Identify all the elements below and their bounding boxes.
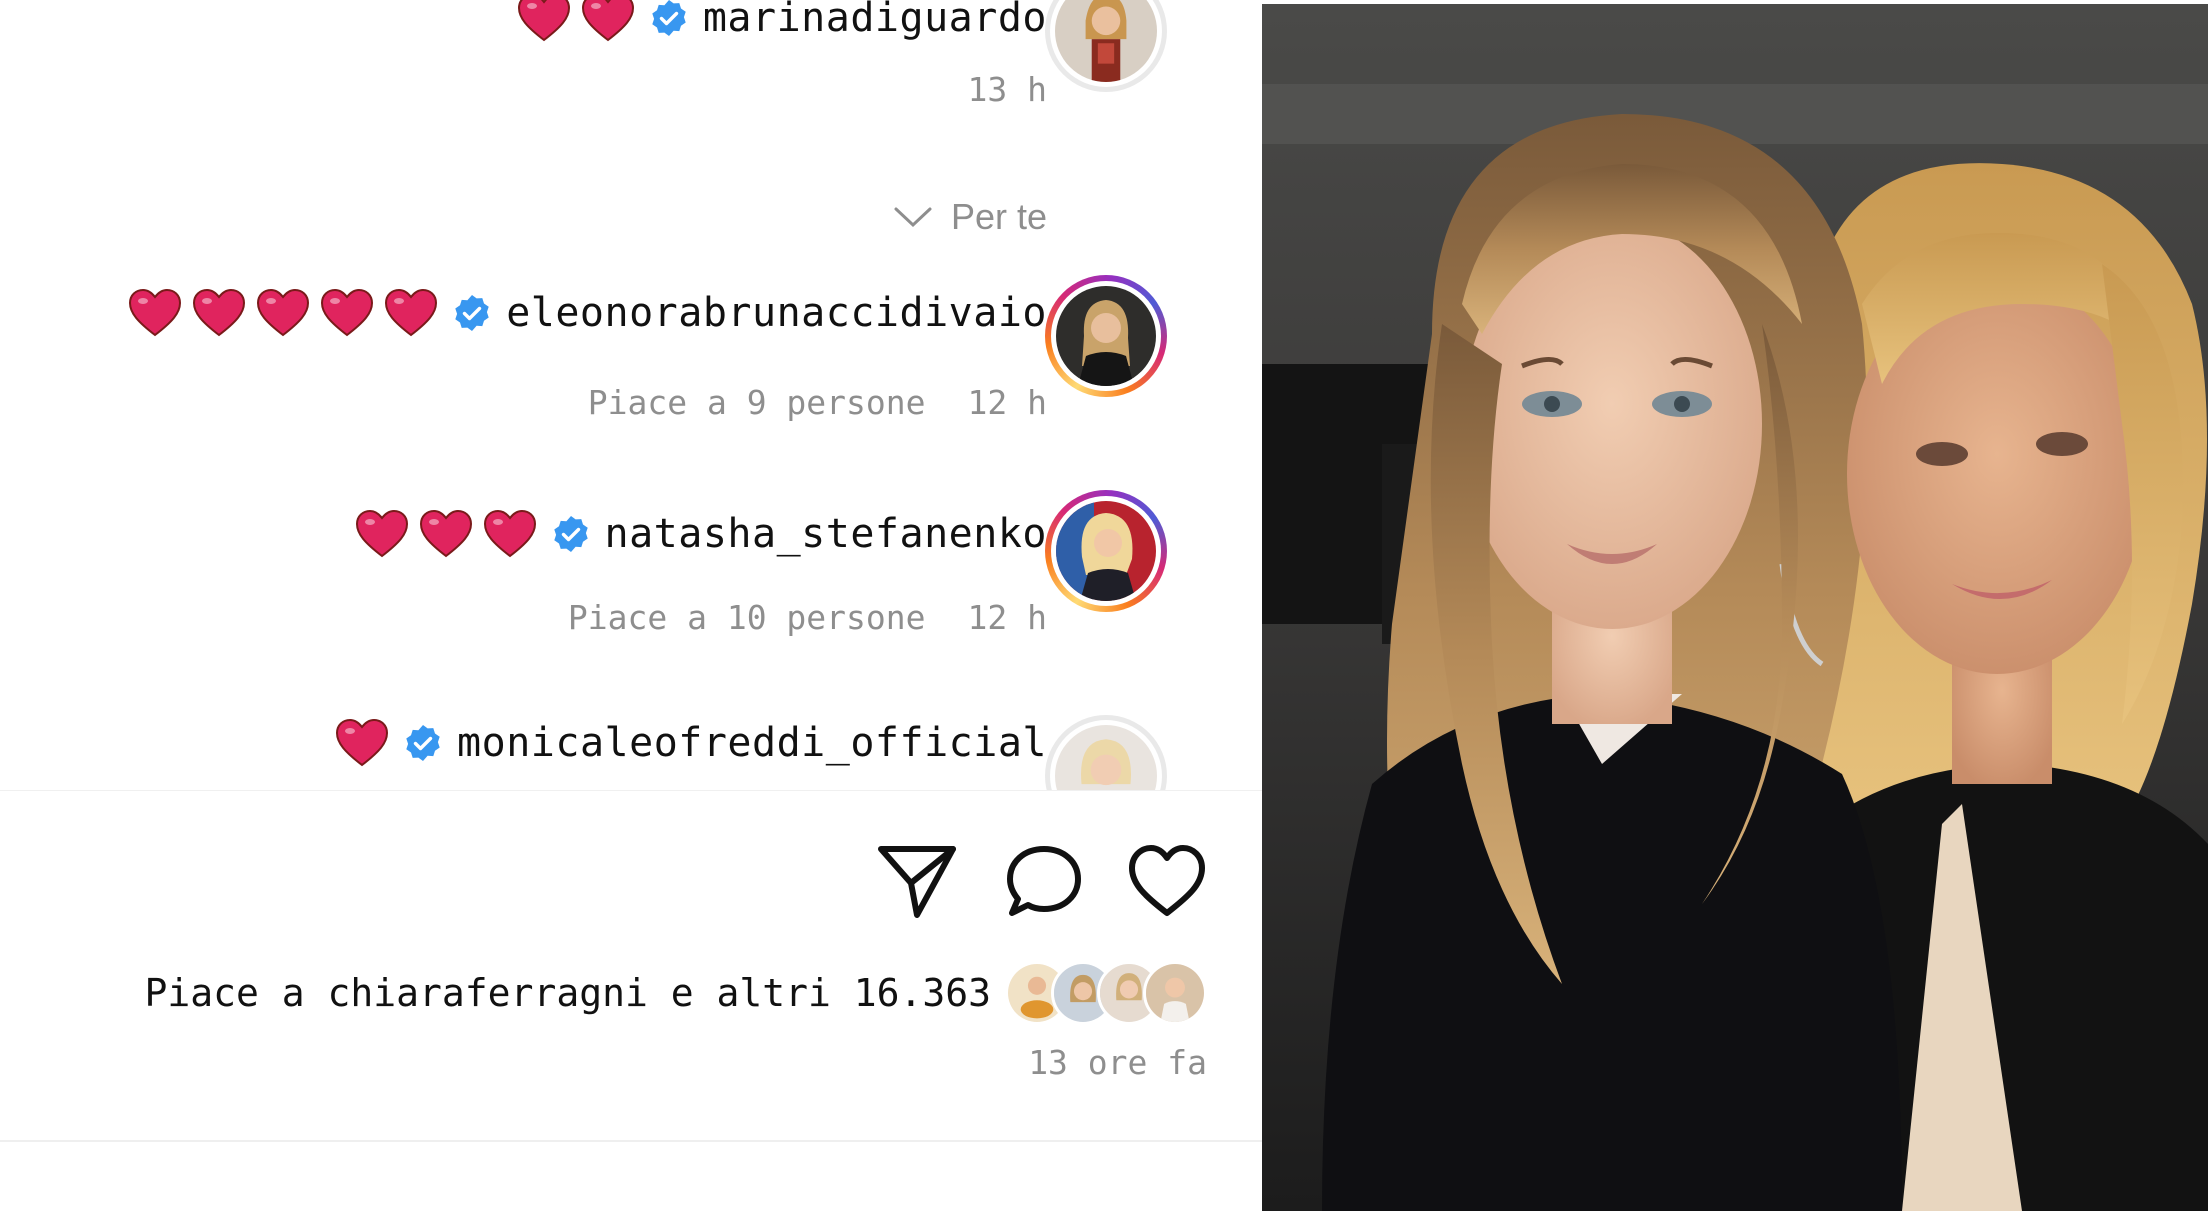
comment-time: 12 h — [967, 383, 1047, 422]
verified-badge-icon — [406, 725, 440, 761]
comment-username[interactable]: monicaleofreddi_official — [457, 720, 1047, 766]
heart-emoji-icon — [355, 510, 408, 558]
verified-badge-icon — [652, 0, 686, 36]
heart-emoji-icon — [129, 289, 182, 337]
heart-outline-icon[interactable] — [1127, 843, 1207, 919]
avatar[interactable] — [1045, 0, 1167, 92]
liker-avatars — [1005, 961, 1207, 1025]
avatar[interactable] — [1045, 275, 1167, 397]
verified-badge-icon — [553, 516, 588, 552]
comment-time: 13 h — [967, 70, 1047, 109]
verified-badge-icon — [455, 295, 489, 331]
comment-likes-link[interactable]: Piace a 10 persone — [568, 598, 926, 637]
heart-emoji-icon — [257, 289, 310, 337]
comment-username[interactable]: natasha_stefanenko — [605, 511, 1047, 557]
heart-emoji-group — [355, 510, 537, 558]
comment-username[interactable]: eleonorabrunaccidivaio — [506, 290, 1047, 336]
comment-item: marinadiguardo 13 h — [0, 0, 1262, 120]
avatar[interactable] — [1045, 490, 1167, 612]
heart-emoji-icon — [336, 719, 389, 767]
heart-emoji-icon — [517, 0, 570, 42]
post-likes-summary[interactable]: Piace a chiaraferragni e altri 16.363 — [145, 961, 1207, 1025]
post-time-ago: 13 ore fa — [1028, 1043, 1207, 1082]
heart-emoji-icon — [193, 289, 246, 337]
heart-emoji-group — [517, 0, 635, 42]
comment-time: 12 h — [967, 598, 1047, 637]
comment-item: monicaleofreddi_official — [0, 715, 1262, 837]
chevron-down-icon — [894, 207, 932, 228]
comment-username[interactable]: marinadiguardo — [703, 0, 1047, 41]
section-label[interactable]: Per te — [893, 196, 1047, 238]
avatar — [1143, 961, 1207, 1025]
comment-likes-link[interactable]: Piace a 9 persone — [588, 383, 926, 422]
heart-emoji-icon — [581, 0, 634, 42]
heart-emoji-icon — [419, 510, 472, 558]
heart-emoji-group — [335, 719, 389, 767]
comments-panel: marinadiguardo 13 h Per te eleonorabruna… — [0, 0, 1262, 1215]
photo-illustration — [1262, 4, 2208, 1211]
section-label-text: Per te — [950, 196, 1047, 237]
post-likes-text: Piace a chiaraferragni e altri 16.363 — [144, 971, 991, 1015]
heart-emoji-icon — [385, 289, 438, 337]
heart-emoji-icon — [483, 510, 536, 558]
divider — [0, 1140, 1262, 1142]
heart-emoji-group — [128, 289, 438, 337]
comment-bubble-icon[interactable] — [1004, 843, 1084, 919]
paper-plane-icon[interactable] — [877, 843, 957, 919]
heart-emoji-icon — [321, 289, 374, 337]
comment-item: eleonorabrunaccidivaio 12 h Piace a 9 pe… — [0, 275, 1262, 435]
post-photo[interactable] — [1262, 4, 2208, 1211]
comment-item: natasha_stefanenko 12 h Piace a 10 perso… — [0, 490, 1262, 650]
post-action-bar: Piace a chiaraferragni e altri 16.363 13… — [0, 790, 1262, 1170]
